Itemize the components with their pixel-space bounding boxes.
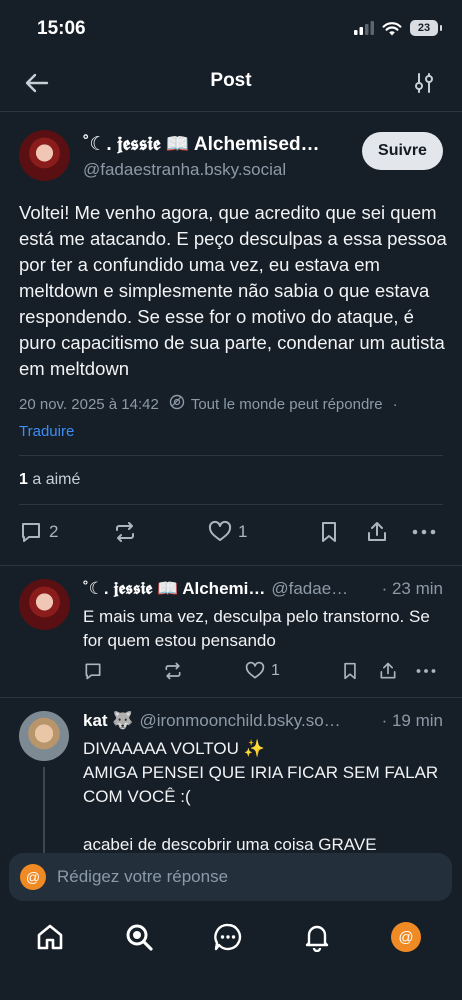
- author-name[interactable]: ˚☾. 𝖏𝖊𝖘𝖘𝖎𝖊 📖 Alchemised…: [83, 132, 341, 156]
- more-horizontal-icon: [416, 669, 436, 673]
- nav-home[interactable]: [32, 919, 68, 955]
- bookmark-button[interactable]: [318, 520, 340, 544]
- divider: [0, 565, 462, 566]
- repost-button[interactable]: [163, 661, 183, 681]
- composer-avatar: @: [20, 864, 46, 890]
- status-icons: 23: [354, 20, 442, 36]
- heart-icon: [208, 520, 232, 541]
- reply-item[interactable]: kat 🐺 @ironmoonchild.bsky.so… · 19 min D…: [0, 711, 462, 853]
- like-button[interactable]: 1: [245, 661, 280, 681]
- reply-permission[interactable]: Tout le monde peut répondre: [191, 396, 383, 413]
- repost-icon: [165, 662, 181, 680]
- post-header: Post: [0, 58, 462, 112]
- reply-composer[interactable]: @ Rédigez votre réponse: [9, 853, 452, 901]
- search-icon: [126, 924, 153, 951]
- reply-author-handle[interactable]: @fadae…: [271, 579, 375, 599]
- profile-avatar: @: [391, 922, 421, 952]
- reply-author-handle[interactable]: @ironmoonchild.bsky.so…: [139, 711, 375, 731]
- sliders-icon: [415, 73, 433, 93]
- battery-icon: 23: [410, 20, 442, 36]
- nav-notifications[interactable]: [299, 919, 335, 955]
- post-meta: 20 nov. 2025 à 14:42 Tout le monde peut …: [19, 394, 398, 414]
- likes-count: 1: [19, 471, 28, 488]
- reply-text: E mais uma vez, desculpa pelo transtorno…: [83, 607, 430, 650]
- share-button[interactable]: [378, 661, 398, 681]
- reply-time: · 23 min: [381, 579, 443, 598]
- follow-button[interactable]: Suivre: [362, 132, 443, 170]
- post-text: Voltei! Me venho agora, que acredito que…: [19, 202, 447, 379]
- like-button[interactable]: 1: [208, 520, 247, 544]
- reply-button[interactable]: 2: [19, 520, 58, 544]
- reply-author-name[interactable]: ˚☾. 𝖏𝖊𝖘𝖘𝖎𝖊 📖 Alchemi…: [83, 579, 265, 599]
- reply-text: DIVAAAAA VOLTOU ✨ AMIGA PENSEI QUE IRIA …: [83, 739, 439, 853]
- divider: [19, 504, 443, 505]
- like-count: 1: [271, 662, 280, 679]
- share-icon: [380, 662, 396, 679]
- reply-settings-icon: [169, 394, 185, 414]
- status-bar: 15:06 23: [0, 0, 462, 58]
- battery-level: 23: [417, 22, 431, 34]
- status-time: 15:06: [37, 18, 86, 39]
- reply-count: 2: [49, 522, 59, 541]
- reply-avatar[interactable]: [19, 579, 70, 630]
- reply-avatar[interactable]: [19, 711, 69, 761]
- nav-profile[interactable]: @: [388, 919, 424, 955]
- page-title: Post: [210, 70, 252, 91]
- signal-icon: [354, 21, 374, 35]
- likes-label: a aimé: [32, 471, 81, 488]
- chat-icon: [214, 923, 242, 951]
- bookmark-button[interactable]: [341, 661, 359, 681]
- comment-icon: [85, 663, 101, 680]
- bottom-nav: @: [0, 905, 462, 1000]
- like-count: 1: [238, 522, 248, 541]
- translate-link[interactable]: Traduire: [19, 423, 74, 440]
- divider: [19, 455, 443, 456]
- thread-line: [43, 767, 45, 853]
- more-options-button[interactable]: [411, 520, 437, 544]
- comment-icon: [22, 523, 40, 542]
- home-icon: [37, 924, 63, 950]
- more-horizontal-icon: [412, 529, 436, 535]
- reply-author-name[interactable]: kat 🐺: [83, 711, 133, 731]
- author-handle[interactable]: @fadaestranha.bsky.social: [83, 160, 286, 180]
- thread-settings-button[interactable]: [412, 68, 436, 98]
- reply-item[interactable]: ˚☾. 𝖏𝖊𝖘𝖘𝖎𝖊 📖 Alchemi… @fadae… · 23 min E…: [0, 579, 462, 697]
- repost-button[interactable]: [113, 520, 137, 544]
- author-avatar[interactable]: [19, 130, 70, 181]
- more-options-button[interactable]: [415, 661, 437, 681]
- meta-separator: ·: [392, 395, 398, 413]
- bookmark-icon: [344, 662, 356, 680]
- post-actions: 2 1: [0, 520, 462, 550]
- divider: [0, 697, 462, 698]
- heart-icon: [245, 661, 265, 679]
- bell-icon: [305, 925, 329, 952]
- share-icon: [368, 522, 386, 541]
- share-button[interactable]: [365, 520, 389, 544]
- wifi-icon: [382, 21, 402, 35]
- nav-search[interactable]: [121, 919, 157, 955]
- reply-header: ˚☾. 𝖏𝖊𝖘𝖘𝖎𝖊 📖 Alchemi… @fadae… · 23 min: [83, 579, 443, 599]
- post-timestamp: 20 nov. 2025 à 14:42: [19, 395, 159, 413]
- composer-placeholder[interactable]: Rédigez votre réponse: [57, 867, 228, 887]
- reply-button[interactable]: [83, 661, 103, 681]
- likes-summary[interactable]: 1 a aimé: [19, 471, 80, 489]
- repost-icon: [116, 522, 134, 542]
- bookmark-icon: [322, 522, 336, 542]
- nav-messages[interactable]: [210, 919, 246, 955]
- reply-time: · 19 min: [381, 711, 443, 730]
- reply-header: kat 🐺 @ironmoonchild.bsky.so… · 19 min: [83, 711, 443, 731]
